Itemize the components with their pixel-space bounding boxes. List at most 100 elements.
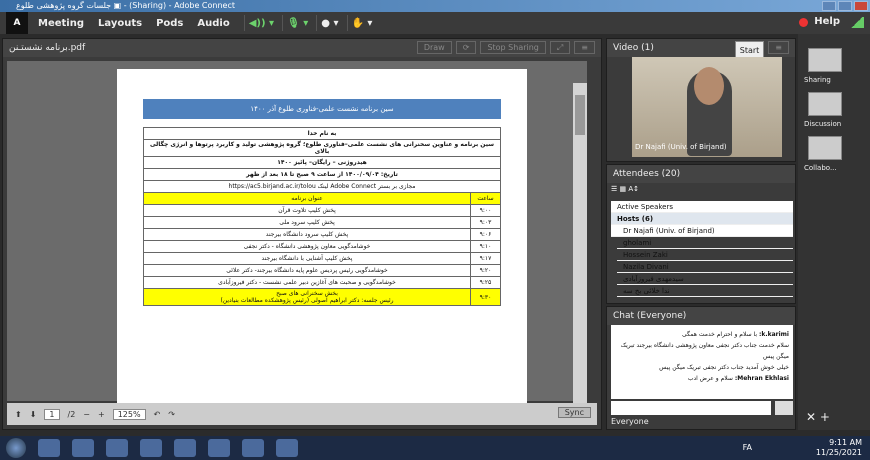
app-icon[interactable] — [174, 439, 196, 457]
close-button[interactable] — [854, 1, 868, 11]
attendees-count: (20) — [661, 169, 681, 179]
undo-icon[interactable]: ↶ — [154, 410, 161, 419]
attendee-item[interactable]: Nazila Divani — [617, 261, 793, 273]
language-indicator[interactable]: FA — [743, 443, 752, 452]
attendee-item[interactable]: سیدمهدی فیروزآبادی — [617, 273, 793, 285]
window-titlebar: جلسات گروه پژوهشی طلوع ▣ - (Sharing) - A… — [0, 0, 870, 12]
edge-icon[interactable] — [140, 439, 162, 457]
windows-taskbar: FA 9:11 AM 11/25/2021 — [0, 436, 870, 460]
adobe-connect-icon[interactable] — [276, 439, 298, 457]
media-player-icon[interactable] — [72, 439, 94, 457]
chat-title: Chat — [613, 311, 635, 321]
program-row: پخش کلیپ تلاوت قرآن ۹:۰۰ — [143, 204, 501, 217]
explorer-icon[interactable] — [38, 439, 60, 457]
window-title: جلسات گروه پژوهشی طلوع ▣ - (Sharing) - A… — [16, 1, 235, 10]
pod-menu-icon[interactable]: ≡ — [768, 41, 789, 54]
header-program: عنوان برنامه — [143, 192, 471, 205]
video-feed — [632, 57, 782, 157]
page-input[interactable]: 1 — [44, 408, 60, 420]
camera-icon[interactable]: ● ▾ — [316, 15, 342, 31]
stop-sharing-button[interactable]: Stop Sharing — [480, 41, 546, 54]
chat-message: k.karimi: با سلام و احترام خدمت همگی — [681, 331, 789, 338]
session-time: ۹:۳۰ — [470, 288, 501, 306]
menu-meeting[interactable]: Meeting — [38, 18, 84, 29]
attendees-pod: Attendees (20) ☰ ▦ A↕ Active Speakers Ho… — [606, 164, 796, 304]
layout-collab-label: Collabo... — [804, 164, 837, 172]
chrome-icon[interactable] — [208, 439, 230, 457]
next-page-icon[interactable]: ⬇ — [30, 410, 37, 419]
speaker-icon[interactable]: ◀)) ▾ — [243, 15, 278, 31]
pod-menu-icon[interactable]: ≡ — [574, 41, 595, 54]
chat-recipient-select[interactable]: Everyone — [611, 417, 649, 426]
program-row: پخش کلیپ آشنایی با دانشگاه بیرجند ۹:۱۷ — [143, 252, 501, 265]
pdf-page: سین برنامه نشست علمی-فناوری طلوع آذر ۱۴۰… — [117, 69, 527, 409]
recording-indicator-icon — [799, 18, 808, 27]
zoom-in-icon[interactable]: + — [98, 410, 105, 419]
layout-collab-thumb[interactable] — [808, 136, 842, 160]
layout-sharing-label: Sharing — [804, 76, 831, 84]
program-banner: سین برنامه نشست علمی-فناوری طلوع آذر ۱۴۰… — [143, 99, 501, 119]
raise-hand-icon[interactable]: ✋ ▾ — [346, 15, 377, 31]
firefox-icon[interactable] — [106, 439, 128, 457]
program-row: پخش کلیپ سرود ملی ۹:۰۳ — [143, 216, 501, 229]
chat-message: Mehran Ekhlasi: سلام و عرض ادب — [687, 375, 789, 382]
view-toggle-icon[interactable]: ☰ ▦ A↕ — [611, 185, 639, 193]
active-speakers[interactable]: Active Speakers — [611, 201, 793, 213]
session-title: بخش سخنرانی های صبح رئیس جلسه: دکتر ابراه… — [143, 288, 471, 306]
chat-message: سلام خدمت جناب دکتر نجفی معاون پژوهشی دا… — [620, 342, 789, 360]
attendee-item[interactable]: ندا خلائی بخ سه — [617, 285, 793, 297]
doc-line: تاریخ: ۱۴۰۰/۰۹/۰۴ از ساعت ۹ صبح تا ۱۸ بع… — [143, 168, 501, 181]
redo-icon[interactable]: ↷ — [168, 410, 175, 419]
layout-sharing-thumb[interactable] — [808, 48, 842, 72]
maximize-button[interactable] — [838, 1, 852, 11]
video-pod: Video (1) Start ≡ Dr Najafi (Univ. of Bir… — [606, 38, 796, 162]
program-row: خوشامدگویی و صحبت های آغازین دبیر علمی ن… — [143, 276, 501, 289]
doc-link-line: https://ac5.birjand.ac.ir/tolou لینک Ado… — [143, 180, 501, 193]
fullscreen-icon[interactable]: ⤢ — [549, 41, 571, 54]
start-menu-icon[interactable] — [6, 438, 26, 458]
hosts-group[interactable]: Hosts (6) — [611, 213, 793, 225]
draw-button[interactable]: Draw — [416, 41, 452, 54]
share-pod: برنامه نشستـنن.pdf Draw ⟳ Stop Sharing ⤢ ≡ س… — [2, 38, 602, 430]
doc-line: هیدروژنی – رایگان– پائیز ۱۴۰۰ — [143, 156, 501, 169]
page-count: /2 — [67, 409, 76, 419]
menu-audio[interactable]: Audio — [197, 18, 229, 29]
menu-layouts[interactable]: Layouts — [98, 18, 142, 29]
pdf-scrollbar[interactable] — [573, 83, 587, 423]
doc-heading: به نام خدا — [143, 127, 501, 140]
menu-help[interactable]: Help — [814, 16, 840, 27]
attendees-title: Attendees — [613, 169, 659, 179]
system-clock[interactable]: 9:11 AM 11/25/2021 — [816, 438, 862, 458]
attendee-item[interactable]: gholami — [617, 237, 793, 249]
send-message-button[interactable] — [775, 401, 793, 415]
attendee-item[interactable]: Dr Najafi (Univ. of Birjand) — [617, 225, 793, 237]
layout-discussion-label: Discussion — [804, 120, 842, 128]
chat-message: خیلی خوش آمدید جناب دکتر نجفی تبریک میگن… — [659, 364, 789, 371]
prev-page-icon[interactable]: ⬆ — [15, 410, 22, 419]
zoom-out-icon[interactable]: − — [83, 410, 90, 419]
video-name-label: Dr Najafi (Univ. of Birjand) — [635, 143, 727, 151]
sync-icon[interactable]: ⟳ — [455, 41, 477, 54]
share-filename: برنامه نشستـنن.pdf — [9, 43, 86, 53]
word-icon[interactable] — [242, 439, 264, 457]
program-table: به نام خدا سین برنامه و عناوین سخنرانی ه… — [143, 127, 501, 306]
program-row: خوشامدگویی رئیس پردیس علوم پایه دانشگاه … — [143, 264, 501, 277]
zoom-select[interactable]: 125% — [112, 408, 146, 420]
layout-discussion-thumb[interactable] — [808, 92, 842, 116]
chat-pod: Chat (Everyone) k.karimi: با سلام و احتر… — [606, 306, 796, 430]
microphone-icon[interactable]: 🎙 ▾ — [282, 15, 312, 31]
attendee-item[interactable]: Hossein Zaki — [617, 249, 793, 261]
chat-input[interactable] — [611, 401, 771, 415]
pdf-viewer[interactable]: سین برنامه نشست علمی-فناوری طلوع آذر ۱۴۰… — [7, 61, 587, 423]
sync-button[interactable]: Sync — [557, 407, 591, 418]
layout-add-icon[interactable]: ✕ + — [806, 410, 830, 424]
program-row: پخش کلیپ سرود دانشگاه بیرجند ۹:۰۶ — [143, 228, 501, 241]
video-count: (1) — [641, 43, 654, 53]
minimize-button[interactable] — [822, 1, 836, 11]
menu-pods[interactable]: Pods — [156, 18, 183, 29]
chat-messages: k.karimi: با سلام و احترام خدمت همگی سلا… — [611, 325, 793, 399]
layouts-panel: Sharing Discussion Collabo... ✕ + — [798, 34, 870, 430]
menu-bar: A Meeting Layouts Pods Audio ◀)) ▾ 🎙 ▾ ●… — [0, 12, 870, 34]
attendees-list: Active Speakers Hosts (6) Dr Najafi (Uni… — [611, 201, 793, 297]
video-title: Video — [613, 43, 639, 53]
